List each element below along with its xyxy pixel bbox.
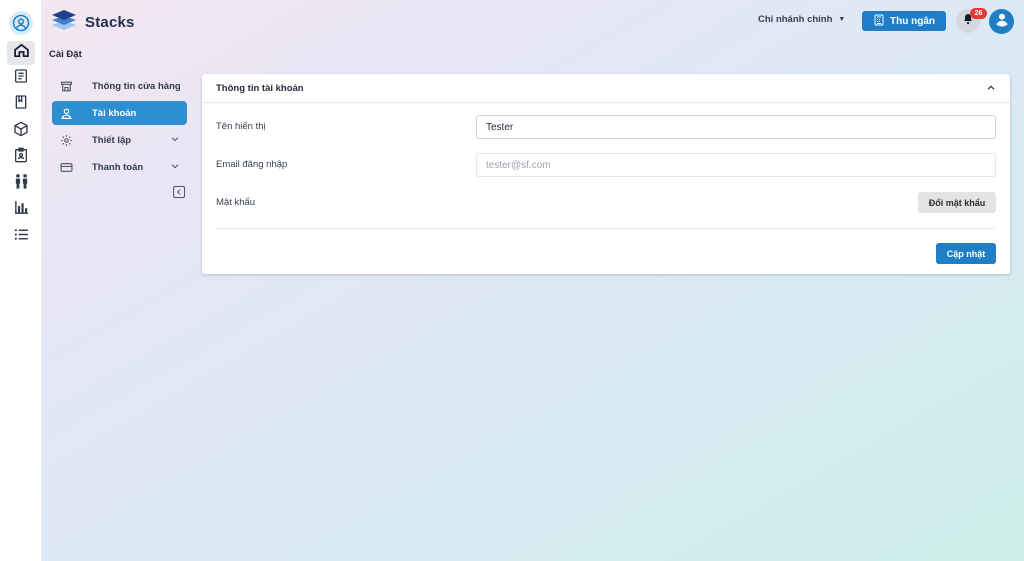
customers-nav-button[interactable] bbox=[7, 172, 35, 196]
user-icon bbox=[59, 106, 73, 120]
cashier-button[interactable]: Thu ngân bbox=[862, 11, 946, 31]
display-name-input[interactable] bbox=[476, 115, 996, 139]
card-title: Thông tin tài khoản bbox=[216, 82, 304, 94]
reports-nav-button[interactable] bbox=[7, 198, 35, 222]
email-input[interactable] bbox=[476, 153, 996, 177]
list-nav-button[interactable] bbox=[7, 225, 35, 249]
bar-chart-icon bbox=[13, 199, 30, 221]
chevron-down-icon bbox=[170, 161, 180, 174]
card-header[interactable]: Thông tin tài khoản bbox=[202, 74, 1010, 103]
change-password-button[interactable]: Đổi mật khẩu bbox=[918, 192, 996, 213]
app-name: Stacks bbox=[85, 14, 135, 31]
home-nav-button[interactable] bbox=[7, 41, 35, 65]
page-title: Cài Đặt bbox=[49, 49, 82, 60]
notification-badge: 26 bbox=[970, 8, 987, 19]
settings-nav-setup[interactable]: Thiết lập bbox=[52, 128, 187, 152]
cashier-label: Thu ngân bbox=[890, 15, 935, 27]
settings-nav-label: Thanh toán bbox=[92, 161, 144, 173]
settings-nav-label: Thiết lập bbox=[92, 134, 132, 146]
list-icon bbox=[13, 226, 30, 248]
chevron-left-icon bbox=[175, 183, 183, 201]
account-info-card: Thông tin tài khoản Tên hiển thị Email đ… bbox=[202, 74, 1010, 274]
user-circle-icon bbox=[9, 11, 33, 35]
branch-label: Chi nhánh chính bbox=[758, 14, 833, 25]
branch-selector[interactable]: Chi nhánh chính ▼ bbox=[758, 14, 845, 25]
gear-icon bbox=[59, 133, 73, 147]
stacks-logo-icon bbox=[50, 10, 78, 35]
people-icon bbox=[13, 173, 30, 195]
clipboard-user-icon bbox=[13, 147, 29, 168]
settings-nav-account[interactable]: Tài khoản bbox=[52, 101, 187, 125]
chevron-up-icon[interactable] bbox=[986, 83, 996, 96]
document-icon bbox=[13, 68, 29, 89]
home-icon bbox=[13, 42, 30, 64]
app-rail bbox=[0, 0, 42, 561]
clipboard-nav-button[interactable] bbox=[7, 145, 35, 169]
book-nav-button[interactable] bbox=[7, 92, 35, 116]
box-icon bbox=[13, 121, 29, 142]
cash-register-icon bbox=[873, 14, 885, 29]
card-icon bbox=[59, 160, 73, 174]
account-avatar[interactable] bbox=[989, 9, 1014, 34]
settings-nav-store-info[interactable]: Thông tin cửa hàng bbox=[52, 74, 187, 98]
update-button[interactable]: Cập nhật bbox=[936, 243, 996, 264]
user-circle-icon bbox=[993, 10, 1011, 33]
caret-down-icon: ▼ bbox=[838, 16, 846, 23]
app-logo[interactable]: Stacks bbox=[50, 10, 135, 35]
display-name-label: Tên hiển thị bbox=[216, 121, 266, 132]
divider bbox=[216, 228, 996, 229]
book-icon bbox=[13, 94, 29, 115]
collapse-sidebar-button[interactable] bbox=[173, 186, 185, 198]
store-icon bbox=[59, 79, 73, 93]
chevron-down-icon bbox=[170, 134, 180, 147]
settings-nav-label: Thông tin cửa hàng bbox=[92, 80, 181, 92]
settings-nav-payment[interactable]: Thanh toán bbox=[52, 155, 187, 179]
settings-nav-label: Tài khoản bbox=[92, 107, 137, 119]
main-area: Stacks Chi nhánh chính ▼ Thu ngân 26 Cài… bbox=[42, 0, 1024, 561]
password-label: Mật khẩu bbox=[216, 197, 256, 208]
products-nav-button[interactable] bbox=[7, 119, 35, 143]
email-label: Email đăng nhập bbox=[216, 159, 288, 170]
settings-nav: Thông tin cửa hàng Tài khoản Thiết lập T… bbox=[52, 74, 187, 182]
orders-nav-button[interactable] bbox=[7, 66, 35, 90]
profile-nav-button[interactable] bbox=[7, 9, 35, 37]
